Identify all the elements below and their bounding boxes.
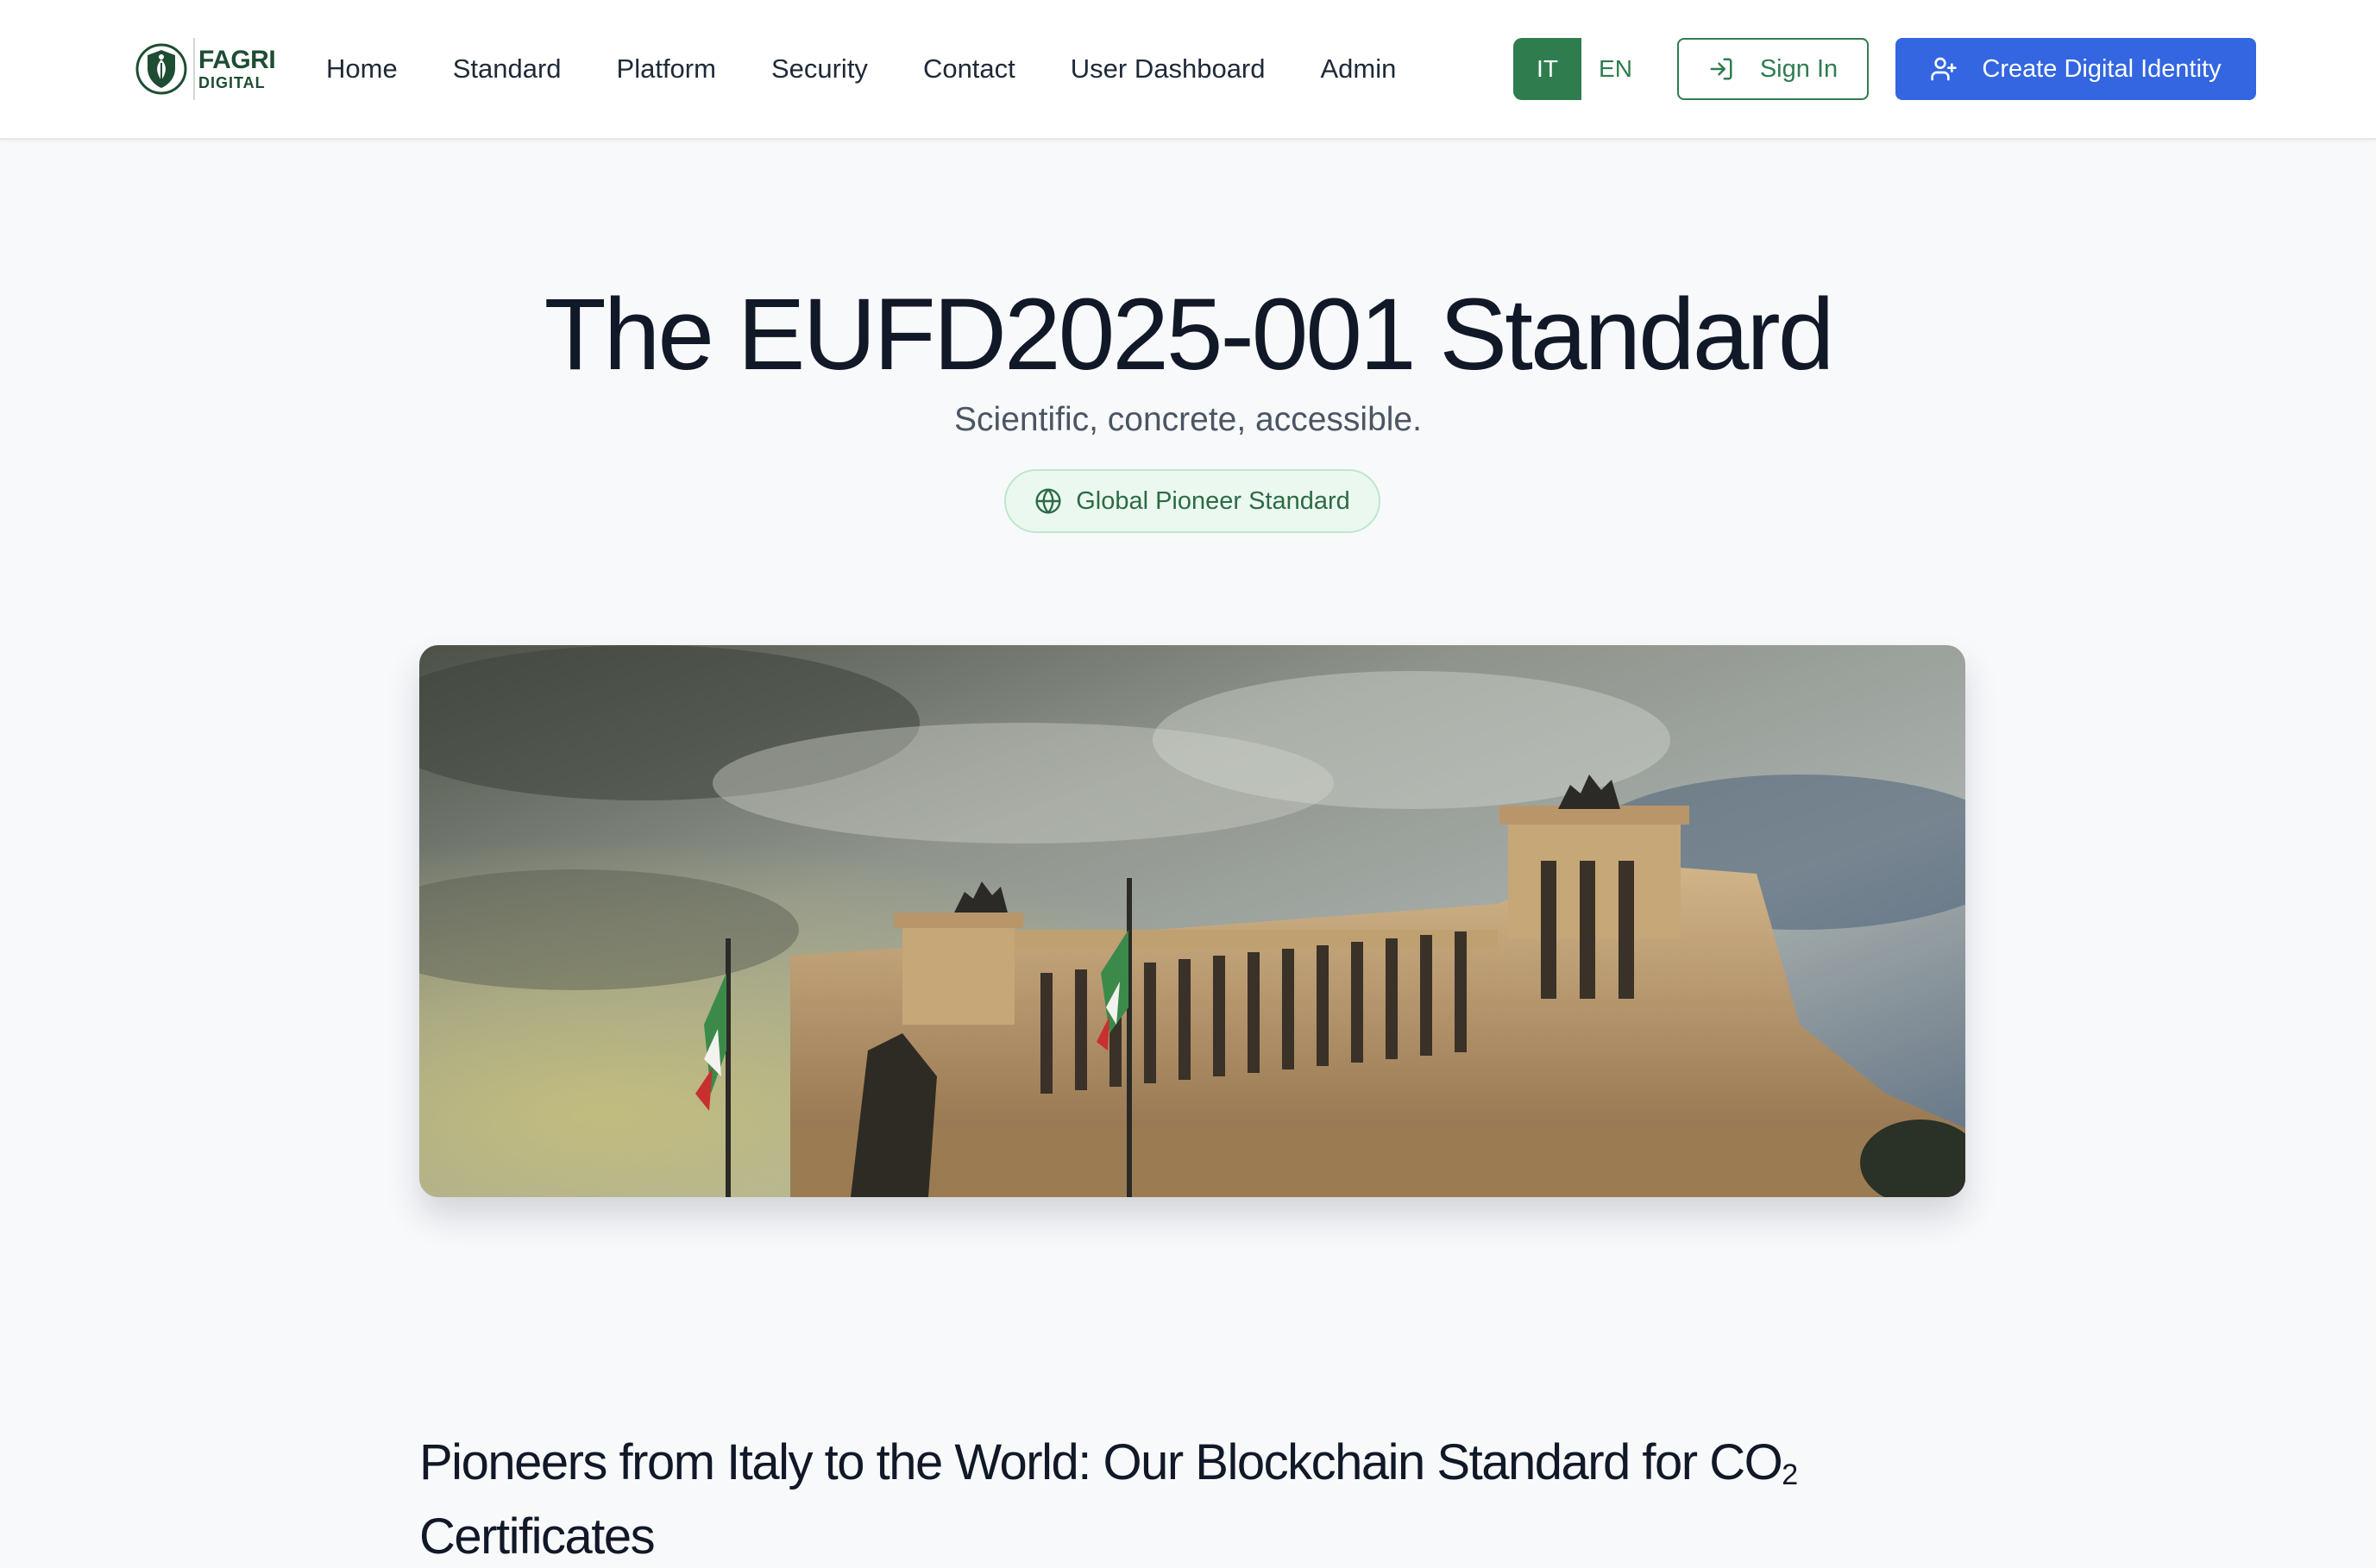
page-title: The EUFD2025-001 Standard [544, 278, 1835, 392]
nav-home[interactable]: Home [326, 53, 398, 85]
language-en-button[interactable]: EN [1581, 38, 1650, 100]
nav-user-dashboard[interactable]: User Dashboard [1071, 53, 1266, 85]
nav-security[interactable]: Security [771, 53, 868, 85]
sign-in-icon [1710, 58, 1732, 80]
page-subtitle: Scientific, concrete, accessible. [954, 401, 1422, 438]
brand-wordmark: FAGRI DIGITAL [198, 46, 276, 91]
create-digital-identity-label: Create Digital Identity [1982, 54, 2222, 83]
nav-standard[interactable]: Standard [453, 53, 562, 85]
site-header: FAGRI DIGITAL Home Standard Platform Sec… [0, 0, 2376, 140]
badge-label: Global Pioneer Standard [1076, 486, 1350, 515]
language-switcher: IT EN [1513, 38, 1650, 100]
globe-icon [1035, 488, 1061, 514]
user-plus-icon [1931, 57, 1958, 81]
create-digital-identity-button[interactable]: Create Digital Identity [1895, 38, 2256, 100]
language-it-button[interactable]: IT [1513, 38, 1581, 100]
main-nav: Home Standard Platform Security Contact … [326, 45, 1396, 93]
sign-in-button[interactable]: Sign In [1677, 38, 1869, 100]
section-title: Pioneers from Italy to the World: Our Bl… [419, 1432, 1886, 1568]
section-title-subscript: 2 [1782, 1458, 1799, 1492]
brand-logo[interactable]: FAGRI DIGITAL [135, 36, 276, 102]
global-pioneer-badge: Global Pioneer Standard [1004, 469, 1380, 533]
monument-hero-image [419, 645, 1965, 1197]
nav-contact[interactable]: Contact [923, 53, 1015, 85]
brand-line-1: FAGRI [198, 46, 276, 74]
monument-photo-icon [419, 645, 1965, 1197]
sign-in-label: Sign In [1759, 54, 1839, 83]
brand-line-2: DIGITAL [198, 74, 266, 91]
section-title-end: Certificates [419, 1508, 656, 1565]
section-title-main: Pioneers from Italy to the World: Our Bl… [419, 1434, 1783, 1491]
shield-leaf-logo-icon [135, 43, 187, 95]
nav-admin[interactable]: Admin [1321, 53, 1397, 85]
logo-divider [193, 38, 195, 100]
nav-platform[interactable]: Platform [617, 53, 716, 85]
